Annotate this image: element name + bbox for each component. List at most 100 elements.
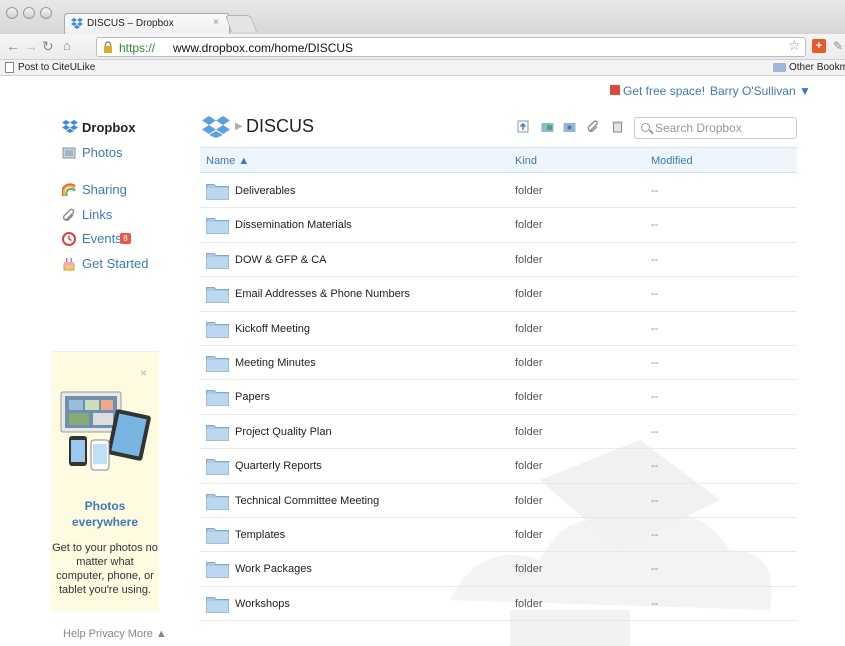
row-modified: --	[651, 494, 659, 507]
get-free-space-link[interactable]: Get free space!	[623, 84, 705, 98]
folder-icon	[773, 63, 786, 72]
column-header-modified[interactable]: Modified	[651, 155, 693, 167]
get-link-icon[interactable]	[587, 120, 600, 133]
row-name[interactable]: Templates	[235, 529, 285, 541]
devices-illustration-icon	[60, 391, 151, 471]
dropbox-breadcrumb-logo-icon	[202, 116, 230, 138]
file-list: Deliverables folder -- Dissemination Mat…	[200, 174, 797, 622]
promo-close-icon[interactable]: ×	[140, 366, 147, 380]
new-tab-button[interactable]	[224, 15, 258, 32]
row-name[interactable]: Email Addresses & Phone Numbers	[235, 288, 410, 300]
row-modified: --	[651, 528, 659, 541]
browser-toolbar: ← → ↻ ⌂ https:// www.dropbox.com/home/DI…	[0, 34, 845, 60]
table-row[interactable]: Email Addresses & Phone Numbers folder -…	[200, 277, 797, 312]
bookmark-citeulike[interactable]: Post to CiteULike	[18, 62, 95, 73]
tab-close-icon[interactable]: ×	[213, 17, 219, 28]
search-input[interactable]	[655, 121, 791, 135]
row-kind: folder	[515, 460, 543, 473]
browser-titlebar: DISCUS – Dropbox ×	[0, 0, 845, 34]
share-folder-icon[interactable]	[563, 120, 576, 133]
row-modified: --	[651, 391, 659, 404]
forward-arrow-icon[interactable]: →	[24, 38, 38, 54]
window-zoom-button[interactable]	[40, 7, 52, 19]
table-row[interactable]: Workshops folder --	[200, 587, 797, 622]
promo-title: Photos everywhere	[71, 499, 139, 529]
tab-title: DISCUS – Dropbox	[87, 18, 174, 29]
row-kind: folder	[515, 253, 543, 266]
lock-icon	[104, 41, 112, 53]
column-header-name[interactable]: Name ▲	[206, 155, 249, 167]
extension-plus-icon[interactable]: +	[812, 39, 826, 53]
table-row[interactable]: Templates folder --	[200, 518, 797, 553]
address-bar[interactable]: https:// www.dropbox.com/home/DISCUS	[96, 37, 806, 57]
table-row[interactable]: Meeting Minutes folder --	[200, 346, 797, 381]
row-modified: --	[651, 322, 659, 335]
row-modified: --	[651, 597, 659, 610]
folder-icon	[206, 218, 229, 235]
row-name[interactable]: Work Packages	[235, 563, 312, 575]
row-modified: --	[651, 219, 659, 232]
row-name[interactable]: Technical Committee Meeting	[235, 495, 379, 507]
folder-icon	[206, 355, 229, 372]
table-row[interactable]: Dissemination Materials folder --	[200, 208, 797, 243]
breadcrumb-chevron-icon: ▶	[235, 121, 243, 132]
table-row[interactable]: Deliverables folder --	[200, 174, 797, 209]
bookmark-other[interactable]: Other Bookmarks	[789, 62, 845, 73]
row-name[interactable]: Papers	[235, 391, 270, 403]
browser-tab[interactable]: DISCUS – Dropbox ×	[64, 13, 230, 34]
bookmark-star-icon[interactable]: ☆	[788, 37, 801, 54]
row-kind: folder	[515, 356, 543, 369]
dropbox-favicon-icon	[71, 18, 83, 29]
url-scheme: https://	[119, 41, 156, 55]
window-minimize-button[interactable]	[23, 7, 35, 19]
row-name[interactable]: Project Quality Plan	[235, 426, 332, 438]
row-kind: folder	[515, 563, 543, 576]
folder-icon	[206, 184, 229, 200]
paperclip-icon	[63, 208, 75, 221]
row-name[interactable]: Kickoff Meeting	[235, 323, 310, 335]
sidebar-brand[interactable]: Dropbox	[82, 120, 135, 135]
cake-icon	[63, 258, 75, 271]
column-header-kind[interactable]: Kind	[515, 155, 537, 167]
row-name[interactable]: Deliverables	[235, 185, 296, 197]
events-count-badge: 8	[120, 233, 131, 244]
row-name[interactable]: Dissemination Materials	[235, 219, 352, 231]
folder-icon	[206, 287, 229, 304]
row-name[interactable]: Quarterly Reports	[235, 460, 322, 472]
row-name[interactable]: Meeting Minutes	[235, 357, 316, 369]
show-deleted-icon[interactable]	[611, 120, 624, 133]
dropbox-logo-icon	[62, 120, 78, 133]
row-modified: --	[651, 563, 659, 576]
folder-icon	[206, 424, 229, 441]
row-name[interactable]: Workshops	[235, 598, 290, 610]
upload-icon[interactable]	[517, 120, 530, 133]
table-row[interactable]: Work Packages folder --	[200, 552, 797, 587]
row-kind: folder	[515, 391, 543, 404]
table-row[interactable]: Quarterly Reports folder --	[200, 449, 797, 484]
table-row[interactable]: Kickoff Meeting folder --	[200, 312, 797, 346]
new-folder-icon[interactable]	[541, 120, 554, 133]
search-box[interactable]	[634, 117, 797, 139]
gift-icon	[610, 85, 620, 95]
footer-links[interactable]: Help Privacy More ▲	[63, 628, 167, 640]
file-table-header: Name ▲ Kind Modified	[200, 147, 797, 173]
reload-icon[interactable]: ↻	[42, 38, 54, 55]
folder-icon	[206, 252, 229, 269]
clock-icon	[62, 232, 76, 246]
table-row[interactable]: DOW & GFP & CA folder --	[200, 243, 797, 278]
home-icon[interactable]: ⌂	[63, 38, 71, 53]
row-kind: folder	[515, 494, 543, 507]
folder-icon	[206, 321, 229, 338]
table-row[interactable]: Project Quality Plan folder --	[200, 415, 797, 450]
wrench-icon[interactable]: ✎	[833, 39, 843, 53]
promo-text: Get to your photos no matter what comput…	[52, 542, 158, 596]
back-arrow-icon[interactable]: ←	[6, 38, 20, 54]
folder-icon	[206, 390, 229, 407]
url-host: www.dropbox.com/home/DISCUS	[173, 41, 354, 55]
table-row[interactable]: Papers folder --	[200, 380, 797, 415]
window-close-button[interactable]	[6, 7, 18, 19]
row-name[interactable]: DOW & GFP & CA	[235, 254, 326, 266]
table-row[interactable]: Technical Committee Meeting folder --	[200, 484, 797, 518]
row-kind: folder	[515, 322, 543, 335]
user-menu[interactable]: Barry O'Sullivan ▼	[710, 84, 811, 98]
